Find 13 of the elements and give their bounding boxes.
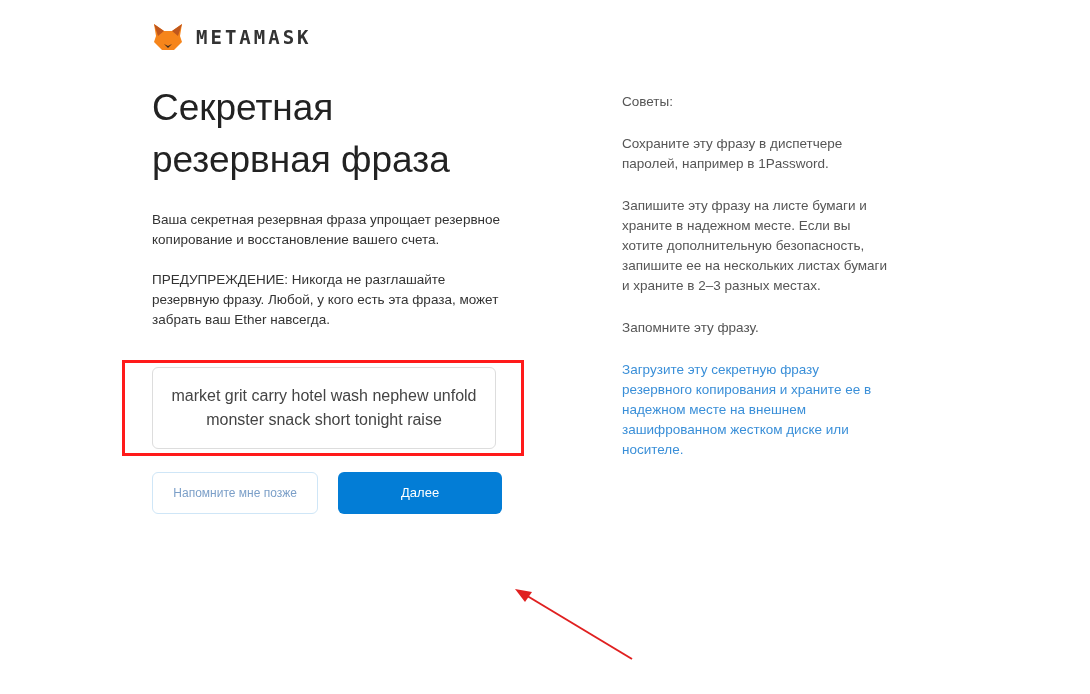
download-link[interactable]: Загрузите эту секретную фразу резервного копирования и храните ее в надежном месте на внешнем зашифрованном жестком диске или носителе. [622, 360, 892, 460]
intro-text: Ваша секретная резервная фраза упрощает резервное копирование и восстановление вашего счета. [152, 211, 502, 249]
tips-heading: Советы: [622, 93, 674, 111]
fox-logo-icon [152, 22, 184, 52]
secret-phrase-box: market grit carry hotel wash nephew unfold monster snack short tonight raise [152, 367, 496, 449]
tip-text: Запомните эту фразу. [622, 319, 760, 337]
next-button[interactable]: Далее [338, 472, 502, 514]
warning-text: ПРЕДУПРЕЖДЕНИЕ: Никогда не разглашайте резервную фразу. Любой, у кого есть эта фраза, может забрать ваш Ether навсегда. [152, 271, 500, 329]
remind-later-button[interactable]: Напомните мне позже [152, 472, 319, 514]
wordmark: METAMASK [196, 24, 312, 50]
tip-text: Сохраните эту фразу в диспетчере паролей, например в 1Password. [622, 135, 844, 173]
tip-text: Запишите эту фразу на листе бумаги и храните в надежном месте. Если вы хотите дополнительную безопасность, запишите ее на нескольких листах бумаги и храните в 2–3 разных местах. [622, 197, 889, 295]
page-title: Секретная резервная фраза [152, 86, 451, 182]
